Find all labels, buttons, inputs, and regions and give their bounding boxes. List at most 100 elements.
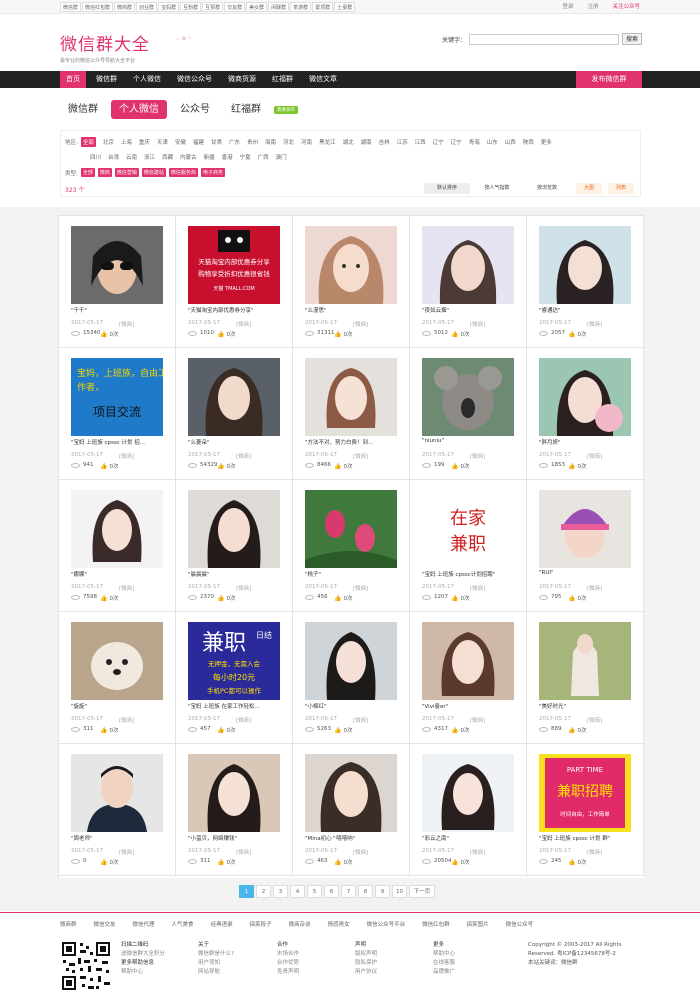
card-name[interactable]: "方法不对，努力白费！到... [305, 438, 405, 446]
region-option[interactable]: 宁夏 [240, 153, 251, 161]
region-option[interactable]: 内蒙古 [180, 153, 197, 161]
region-option[interactable]: 青海 [469, 138, 480, 146]
card-item[interactable]: "睿通达" 2017-05-17 [微商] 2057 👍 0次 [527, 216, 644, 348]
card-thumbnail[interactable] [305, 226, 397, 304]
footer-link[interactable]: 在线客服 [433, 959, 455, 968]
card-name[interactable]: "宝妈 上班族 cpssc 计划 招... [71, 438, 171, 446]
card-name[interactable]: "Vivi曼er" [422, 702, 522, 710]
region-option[interactable]: 山东 [487, 138, 498, 146]
page-button[interactable]: 1 [239, 885, 254, 898]
region-option[interactable]: 云南 [126, 153, 137, 161]
type-option[interactable]: 微信服务商 [168, 168, 198, 177]
login-link[interactable]: 登录 [562, 2, 573, 12]
quick-tag[interactable]: 美女群 [246, 2, 268, 12]
footer-link[interactable]: 人气美食 [172, 920, 194, 928]
card-thumbnail[interactable] [422, 622, 514, 700]
card-thumbnail[interactable] [539, 226, 631, 304]
card-name[interactable]: "夜如云烟" [422, 306, 522, 314]
card-thumbnail[interactable] [305, 490, 397, 568]
nav-item[interactable]: 微信文章 [303, 71, 343, 88]
card-name[interactable]: "天猫淘宝内部优惠券分享" [188, 306, 288, 314]
region-option[interactable]: 香港 [222, 153, 233, 161]
card-name[interactable]: "宝妈 上班族 在家工作轻松... [188, 702, 288, 710]
card-item[interactable]: "周老师" 2017-05-17 [微商] 0 👍 0次 [59, 744, 176, 876]
region-option[interactable]: 天津 [157, 138, 168, 146]
card-item[interactable]: 兼职 日结 无押金，无需入会 每小时20元 手机PC都可以操作 "宝妈 上班族 在家工作轻… [176, 612, 293, 744]
region-option[interactable]: 贵州 [247, 138, 258, 146]
card-name[interactable]: "RUI" [539, 570, 639, 576]
nav-item[interactable]: 个人微信 [127, 71, 167, 88]
region-option[interactable]: 西藏 [162, 153, 173, 161]
view-toggle[interactable]: 列表 [608, 183, 634, 194]
search-button[interactable]: 搜索 [621, 33, 642, 45]
type-option[interactable]: 微信建站 [141, 168, 166, 177]
category-tab[interactable]: 微信群 [60, 100, 106, 119]
type-option[interactable]: 微商 [97, 168, 112, 177]
region-option[interactable]: 辽宁 [451, 138, 462, 146]
card-name[interactable]: "娜娜" [71, 570, 171, 578]
footer-link[interactable]: 微信红包群 [422, 920, 450, 928]
quick-tag[interactable]: 置顶群 [312, 2, 334, 12]
region-option[interactable]: 陕西 [523, 138, 534, 146]
quick-tag[interactable]: 互粉群 [180, 2, 202, 12]
region-option[interactable]: 北京 [103, 138, 114, 146]
footer-link[interactable]: 微商杂谈 [289, 920, 311, 928]
region-option[interactable]: 河北 [283, 138, 294, 146]
region-option[interactable]: 广西 [258, 153, 269, 161]
region-option[interactable]: 湖南 [361, 138, 372, 146]
footer-link[interactable]: 帮助中心 [433, 950, 455, 959]
page-button[interactable]: 5 [307, 885, 322, 898]
card-item[interactable]: "千千" 2017-05-17 [微商] 15340 👍 0次 [59, 216, 176, 348]
card-name[interactable]: "小蛮贝，网络赚钱" [188, 834, 288, 842]
card-thumbnail[interactable] [188, 754, 280, 832]
card-item[interactable]: "夜如云烟" 2017-05-17 [微商] 5012 👍 0次 [410, 216, 527, 348]
help-link[interactable]: 帮助中心 [121, 968, 165, 977]
footer-link[interactable]: 微信代理 [133, 920, 155, 928]
card-item[interactable]: "Mina初心^嘻嘻呐" 2017-05-17 [微商] 463 👍 0次 [293, 744, 410, 876]
card-item[interactable]: "晨晨晨" 2017-05-17 [微商] 2370 👍 0次 [176, 480, 293, 612]
region-option[interactable]: 海南 [265, 138, 276, 146]
quick-tag[interactable]: 创业群 [136, 2, 158, 12]
page-button[interactable]: 8 [358, 885, 373, 898]
region-option[interactable]: 辽宁 [433, 138, 444, 146]
page-button[interactable]: 7 [341, 885, 356, 898]
region-option[interactable]: 浙江 [144, 153, 155, 161]
register-link[interactable]: 注册 [587, 2, 598, 12]
quick-tag[interactable]: 茶游群 [290, 2, 312, 12]
card-item[interactable]: 在家 兼职 "宝妈 上班族 cpssc计划招聘" 2017-05-17 [微商] 1207… [410, 480, 527, 612]
page-button[interactable]: 10 [392, 885, 407, 898]
footer-link[interactable]: 微信公众号 [506, 920, 534, 928]
card-name[interactable]: "周老师" [71, 834, 171, 842]
region-option[interactable]: 江西 [415, 138, 426, 146]
card-name[interactable]: "宝妈 上班族 cpssc计划招聘" [422, 570, 522, 578]
card-item[interactable]: "胖月妍" 2017-05-17 [微商] 1853 👍 0次 [527, 348, 644, 480]
footer-link[interactable]: 微信公众号平台 [367, 920, 406, 928]
card-name[interactable]: "niuniu" [422, 438, 522, 444]
card-name[interactable]: "彩云之南" [422, 834, 522, 842]
nav-item[interactable]: 首页 [60, 71, 86, 88]
page-button[interactable]: 2 [256, 885, 271, 898]
region-option[interactable]: 山西 [505, 138, 516, 146]
card-name[interactable]: "旋旋" [71, 702, 171, 710]
card-item[interactable]: PART TIME 兼职招聘 时间自由，工作简单 "宝妈 上班族 cpssc 计划 群… [527, 744, 644, 876]
card-item[interactable]: "么漫思" 2017-05-17 [微商] 31311 👍 0次 [293, 216, 410, 348]
card-item[interactable]: "小棉红" 2017-05-17 [微商] 5263 👍 0次 [293, 612, 410, 744]
card-name[interactable]: "桃子" [305, 570, 405, 578]
follow-link[interactable]: 关注公众号 [612, 2, 640, 12]
card-name[interactable]: "千千" [71, 306, 171, 314]
type-option[interactable]: 微信营销 [114, 168, 139, 177]
region-option[interactable]: 全部 [80, 137, 96, 147]
region-option[interactable]: 黑龙江 [319, 138, 336, 146]
quick-tag[interactable]: 微信群 [60, 2, 82, 12]
region-option[interactable]: 安徽 [175, 138, 186, 146]
page-button[interactable]: 3 [273, 885, 288, 898]
card-name[interactable]: "么菱朵" [188, 438, 288, 446]
card-name[interactable]: "么漫思" [305, 306, 405, 314]
card-thumbnail[interactable] [71, 622, 163, 700]
footer-link[interactable]: 网站导航 [198, 968, 234, 977]
region-option[interactable]: 福建 [193, 138, 204, 146]
card-thumbnail[interactable] [422, 226, 514, 304]
footer-link[interactable]: 微信交友 [94, 920, 116, 928]
footer-link[interactable]: 市场合作 [277, 950, 299, 959]
footer-link[interactable]: 合作优势 [277, 959, 299, 968]
